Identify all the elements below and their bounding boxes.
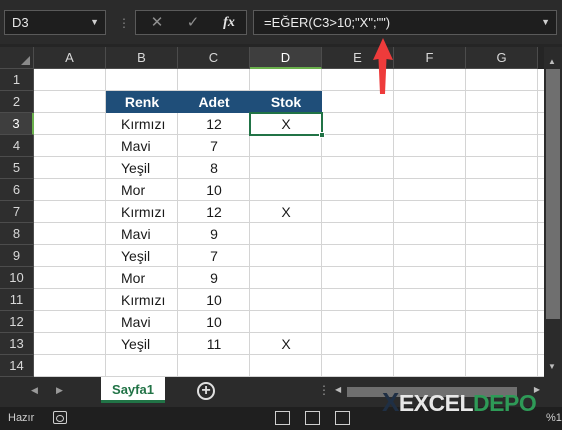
column-header-a[interactable]: A <box>34 47 106 69</box>
table-header-cell[interactable]: Adet <box>178 91 250 113</box>
active-cell-selection[interactable] <box>249 112 323 136</box>
accessibility-icon[interactable] <box>53 411 67 424</box>
table-cell[interactable] <box>250 245 322 267</box>
column-header-g[interactable]: G <box>466 47 538 69</box>
row-header-4[interactable]: 4 <box>0 135 34 157</box>
table-cell[interactable]: Yeşil <box>106 333 178 355</box>
vertical-scrollbar[interactable]: ▲ ▼ <box>544 47 562 377</box>
row-header-8[interactable]: 8 <box>0 223 34 245</box>
table-cell[interactable] <box>250 311 322 333</box>
scrollbar-thumb[interactable] <box>546 69 560 319</box>
formula-bar-grip-icon[interactable]: ⋮ <box>118 16 130 30</box>
page-break-icon[interactable] <box>335 411 350 425</box>
table-cell[interactable] <box>250 179 322 201</box>
table-cell[interactable]: 10 <box>178 289 250 311</box>
row-header-13[interactable]: 13 <box>0 333 34 355</box>
name-box[interactable]: D3 ▼ <box>4 10 106 35</box>
row-header-9[interactable]: 9 <box>0 245 34 267</box>
zoom-level[interactable]: %100 <box>546 412 562 424</box>
table-cell[interactable]: Mor <box>106 267 178 289</box>
worksheet-grid[interactable]: Renk Adet Stok Kırmızı 12 X Mavi 7 Yeşil 8 Mor 10 Kı… <box>34 69 544 377</box>
column-header-b[interactable]: B <box>106 47 178 69</box>
table-cell[interactable]: Mavi <box>106 223 178 245</box>
prev-sheet-icon[interactable]: ◀ <box>31 385 38 396</box>
select-all-button[interactable] <box>0 47 34 69</box>
row-header-14[interactable]: 14 <box>0 355 34 377</box>
column-header-c[interactable]: C <box>178 47 250 69</box>
scroll-up-icon[interactable]: ▲ <box>548 57 556 66</box>
table-cell[interactable] <box>250 157 322 179</box>
column-header-f[interactable]: F <box>394 47 466 69</box>
fill-handle[interactable] <box>319 132 325 138</box>
sheet-tab[interactable]: Sayfa1 <box>101 377 165 403</box>
row-header-3[interactable]: 3 <box>0 113 34 135</box>
table-cell[interactable] <box>250 135 322 157</box>
insert-function-icon[interactable]: fx <box>218 14 240 32</box>
tab-splitter-icon[interactable]: ⋮ <box>318 383 330 397</box>
table-cell[interactable]: 7 <box>178 245 250 267</box>
normal-view-icon[interactable] <box>275 411 290 425</box>
table-cell[interactable]: Yeşil <box>106 245 178 267</box>
formula-text: =EĞER(C3>10;"X";"") <box>264 15 391 30</box>
scroll-left-icon[interactable]: ◀ <box>335 385 341 394</box>
table-cell[interactable]: 11 <box>178 333 250 355</box>
expand-formula-icon[interactable]: ▼ <box>541 11 550 34</box>
table-cell[interactable]: 8 <box>178 157 250 179</box>
name-box-value: D3 <box>12 15 29 30</box>
row-header-10[interactable]: 10 <box>0 267 34 289</box>
chevron-down-icon[interactable]: ▼ <box>90 11 99 34</box>
table-cell[interactable]: 10 <box>178 179 250 201</box>
table-cell[interactable]: 9 <box>178 223 250 245</box>
row-header-2[interactable]: 2 <box>0 91 34 113</box>
column-header-d[interactable]: D <box>250 47 322 69</box>
table-cell[interactable]: Mavi <box>106 311 178 333</box>
table-cell[interactable]: 9 <box>178 267 250 289</box>
row-header-5[interactable]: 5 <box>0 157 34 179</box>
table-cell[interactable] <box>250 267 322 289</box>
table-cell[interactable]: 7 <box>178 135 250 157</box>
red-arrow-icon <box>373 38 393 94</box>
status-ready: Hazır <box>8 412 35 424</box>
formula-input[interactable]: =EĞER(C3>10;"X";"") ▼ <box>253 10 557 35</box>
table-cell[interactable]: X <box>250 201 322 223</box>
logo-x-icon: X <box>382 387 399 417</box>
row-header-1[interactable]: 1 <box>0 69 34 91</box>
table-cell[interactable]: Mavi <box>106 135 178 157</box>
table-cell[interactable]: 12 <box>178 113 250 135</box>
page-layout-icon[interactable] <box>305 411 320 425</box>
table-cell[interactable]: Mor <box>106 179 178 201</box>
cancel-icon[interactable]: ✕ <box>146 14 168 32</box>
table-cell[interactable] <box>250 223 322 245</box>
table-cell[interactable]: Yeşil <box>106 157 178 179</box>
formula-buttons: ✕ ✓ fx <box>135 10 247 35</box>
table-cell[interactable]: 10 <box>178 311 250 333</box>
table-cell[interactable]: Kırmızı <box>106 201 178 223</box>
table-header-cell[interactable]: Renk <box>106 91 178 113</box>
table-header-cell[interactable]: Stok <box>250 91 322 113</box>
table-cell[interactable]: Kırmızı <box>106 113 178 135</box>
scroll-down-icon[interactable]: ▼ <box>548 362 556 371</box>
logo-text-2: DEPO <box>473 390 537 416</box>
table-cell[interactable]: X <box>250 333 322 355</box>
row-header-12[interactable]: 12 <box>0 311 34 333</box>
table-cell[interactable]: Kırmızı <box>106 289 178 311</box>
excel-depo-logo: XEXCELDEPO <box>382 387 537 418</box>
formula-bar: D3 ▼ ⋮ ✕ ✓ fx =EĞER(C3>10;"X";"") ▼ <box>0 0 562 44</box>
table-cell[interactable] <box>250 289 322 311</box>
row-header-11[interactable]: 11 <box>0 289 34 311</box>
table-cell[interactable]: 12 <box>178 201 250 223</box>
plus-circle-icon[interactable]: + <box>197 382 215 400</box>
row-header-7[interactable]: 7 <box>0 201 34 223</box>
next-sheet-icon[interactable]: ▶ <box>56 385 63 396</box>
row-header-6[interactable]: 6 <box>0 179 34 201</box>
enter-icon[interactable]: ✓ <box>182 14 204 32</box>
logo-text-1: EXCEL <box>398 390 474 416</box>
